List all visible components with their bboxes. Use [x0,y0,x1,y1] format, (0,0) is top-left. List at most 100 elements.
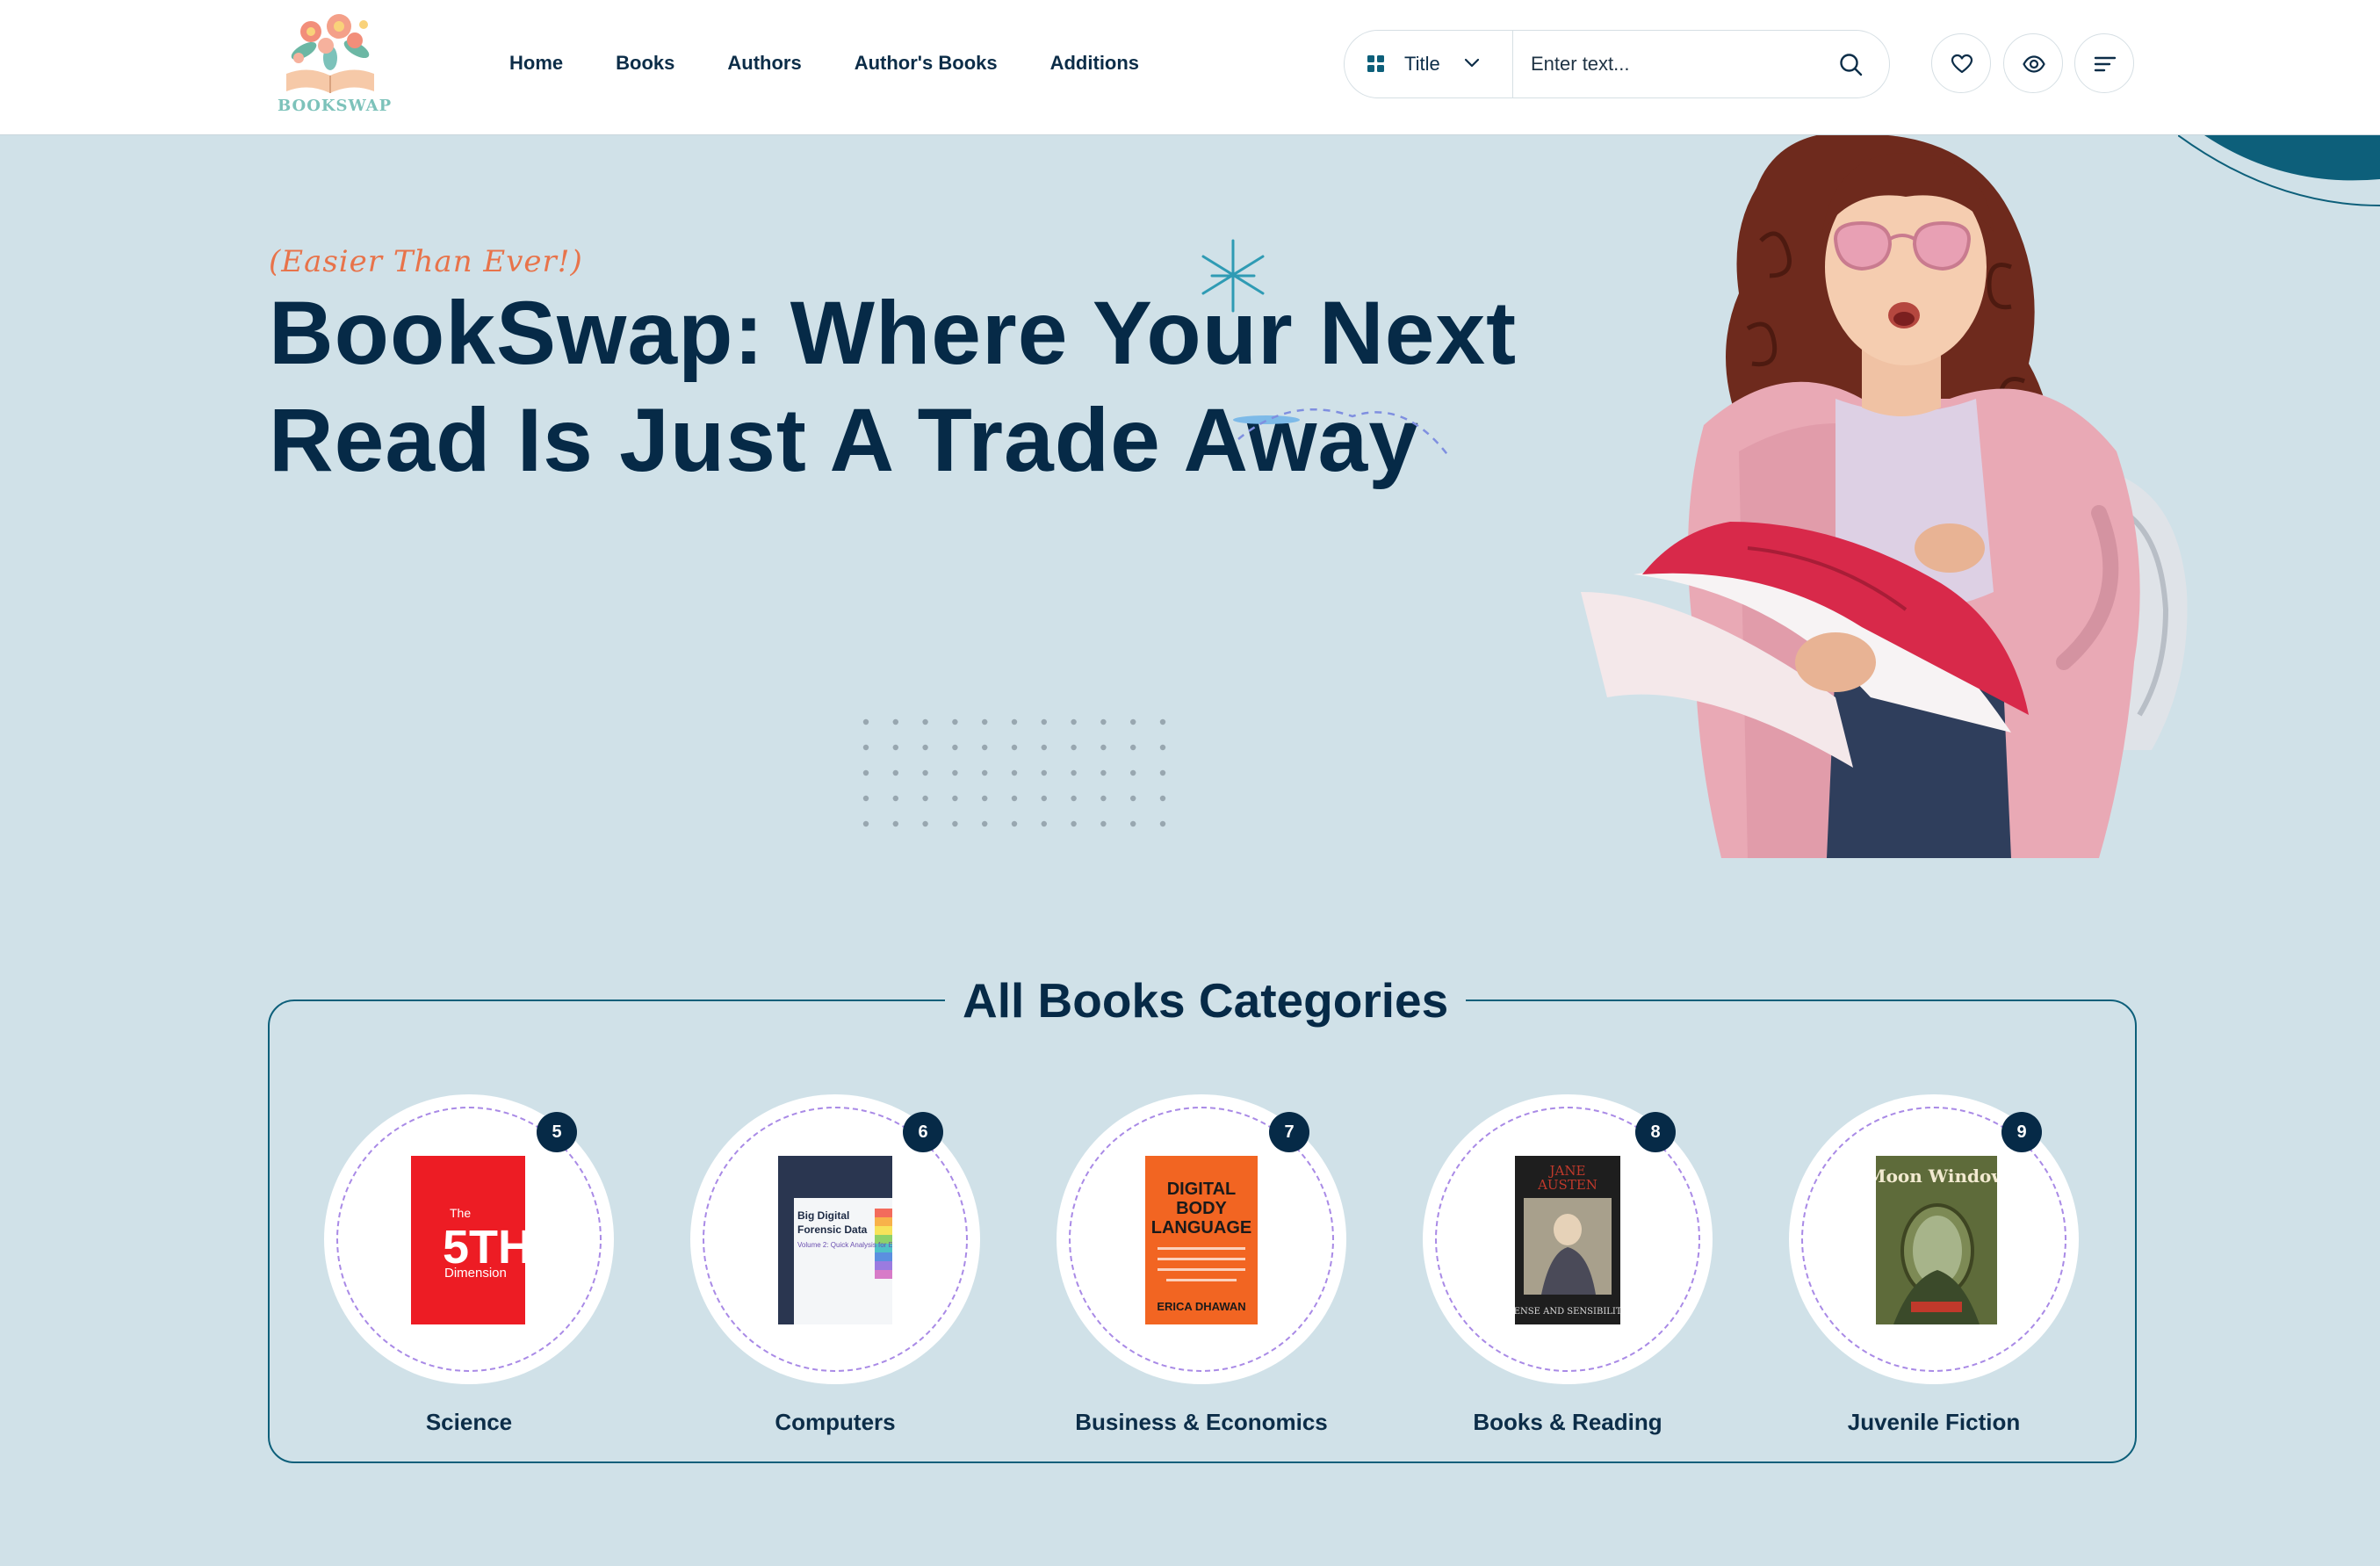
book-cover-digital-body-language: DIGITAL BODY LANGUAGE ERICA DHAWAN [1145,1156,1258,1324]
search-input[interactable] [1531,47,1821,82]
grid-dot [1130,718,1136,725]
svg-text:Volume 2: Quick Analysis for E: Volume 2: Quick Analysis for Evidence an… [797,1241,892,1249]
search-category-select[interactable]: Title [1345,31,1513,97]
grid-dot [892,795,898,802]
hero-reader-illustration [1581,135,2188,858]
menu-button[interactable] [2074,33,2134,93]
grid-dot [1100,744,1107,751]
grid-dot [862,820,869,827]
svg-text:SENSE AND SENSIBILITY: SENSE AND SENSIBILITY [1515,1307,1620,1317]
grid-dot [892,820,898,827]
grid-dot [892,744,898,751]
svg-text:AUSTEN: AUSTEN [1537,1177,1597,1193]
category-card-science[interactable]: The 5TH Dimension 5 Science [324,1094,614,1446]
grid-dot [1041,820,1047,827]
category-card-books-reading[interactable]: JANE AUSTEN SENSE AND SENSIBILITY 8 Book… [1423,1094,1713,1446]
grid-dot [1100,769,1107,776]
logo-text: BOOKSWAP [278,97,393,115]
svg-text:Dimension: Dimension [444,1266,507,1281]
grid-dot [892,718,898,725]
nav-authors-books[interactable]: Author's Books [855,49,998,77]
grid-dot [1159,744,1166,751]
grid-dot [1159,820,1166,827]
grid-dot [952,820,958,827]
category-count-badge: 9 [2001,1112,2042,1152]
book-cover-sense-and-sensibility: JANE AUSTEN SENSE AND SENSIBILITY [1515,1156,1620,1324]
grid-dot [982,795,988,802]
svg-text:DIGITAL: DIGITAL [1167,1180,1237,1199]
grid-dot [1041,769,1047,776]
grid-dot [922,718,928,725]
grid-dot [1100,795,1107,802]
wishlist-button[interactable] [1931,33,1991,93]
svg-text:Moon Window: Moon Window [1876,1165,1997,1187]
category-label: Science [425,1409,513,1435]
book-cover-forensic-data: Big Digital Forensic Data Volume 2: Quic… [778,1156,892,1324]
grid-dot [862,769,869,776]
grid-dot [922,769,928,776]
sparkle-icon [1201,239,1265,313]
menu-lines-icon [2094,56,2117,72]
hero-tagline: (Easier Than Ever!) [269,244,583,279]
svg-text:BODY: BODY [1176,1199,1227,1218]
grid-dot [1041,718,1047,725]
dot-grid-decoration [862,718,1166,827]
grid-dot [1041,744,1047,751]
grid-dot [892,769,898,776]
grid-dot [1011,718,1018,725]
category-count-badge: 8 [1635,1112,1676,1152]
squiggle-decoration [1233,408,1450,458]
grid-dot [1130,820,1136,827]
grid-dot [952,744,958,751]
grid-dot [1159,769,1166,776]
category-count-badge: 6 [903,1112,943,1152]
heart-icon [1951,54,1973,74]
category-count-badge: 7 [1269,1112,1309,1152]
nav-home[interactable]: Home [509,49,563,77]
category-count-badge: 5 [537,1112,577,1152]
search-category-label: Title [1404,53,1440,75]
category-card-computers[interactable]: Big Digital Forensic Data Volume 2: Quic… [690,1094,980,1446]
grid-dot [952,769,958,776]
category-label: Business & Economics [1075,1409,1328,1435]
category-label: Computers [775,1409,896,1435]
nav-authors[interactable]: Authors [727,49,801,77]
grid-dot [1130,795,1136,802]
main-nav: Home Books Authors Author's Books Additi… [509,49,1192,77]
grid-dot [1100,718,1107,725]
nav-additions[interactable]: Additions [1050,49,1139,77]
logo-flowers-icon [286,14,374,93]
search-icon [1840,54,1863,76]
grid-dot [1071,820,1077,827]
book-cover-moon-window: Moon Window [1876,1156,1997,1324]
grid-dot [1130,744,1136,751]
grid-dot [1041,795,1047,802]
grid-dot [1130,769,1136,776]
category-card-business-economics[interactable]: DIGITAL BODY LANGUAGE ERICA DHAWAN 7 Bus… [1057,1094,1346,1446]
grid-dot [1071,718,1077,725]
grid-dot [1011,795,1018,802]
grid-dot [982,769,988,776]
svg-text:Forensic Data: Forensic Data [797,1223,868,1236]
grid-dot [982,820,988,827]
search-bar: Title [1344,30,1890,98]
grid-dot [862,744,869,751]
category-label: Books & Reading [1473,1409,1662,1435]
grid-dot [982,718,988,725]
grid-dot [1071,769,1077,776]
grid-dot [1071,744,1077,751]
category-card-juvenile-fiction[interactable]: Moon Window 9 Juvenile Fiction [1789,1094,2079,1446]
view-button[interactable] [2003,33,2063,93]
grid-dot [1159,795,1166,802]
grid-icon [1367,55,1384,72]
nav-books[interactable]: Books [616,49,674,77]
grid-dot [1011,820,1018,827]
svg-text:LANGUAGE: LANGUAGE [1151,1218,1251,1238]
chevron-down-icon [1464,58,1480,68]
svg-text:ERICA DHAWAN: ERICA DHAWAN [1157,1300,1245,1313]
bookswap-logo[interactable]: BOOKSWAP [278,5,393,118]
eye-icon [2023,55,2045,73]
grid-dot [862,718,869,725]
search-button[interactable] [1838,52,1864,78]
grid-dot [1011,769,1018,776]
